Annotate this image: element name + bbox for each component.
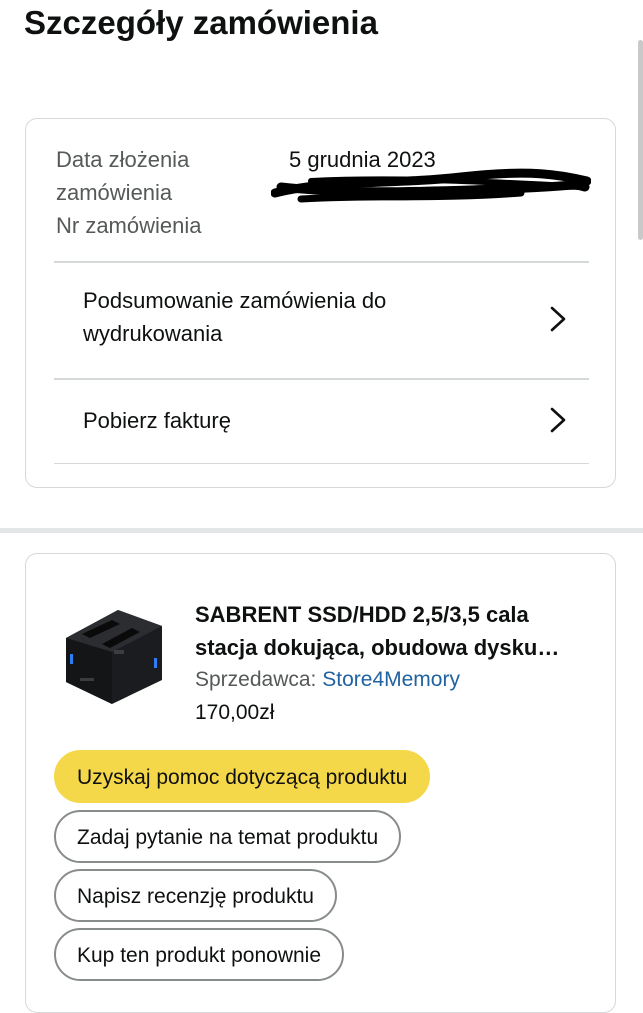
order-date-label: Data złożenia zamówienia	[56, 147, 190, 205]
get-product-help-button[interactable]: Uzyskaj pomoc dotyczącą produktu	[54, 750, 431, 803]
product-title[interactable]: SABRENT SSD/HDD 2,5/3,5 cala stacja doku…	[195, 598, 595, 664]
product-card: SABRENT SSD/HDD 2,5/3,5 cala stacja doku…	[25, 553, 616, 1013]
download-invoice-label: Pobierz fakturę	[83, 408, 231, 433]
section-separator	[0, 528, 643, 533]
order-details-card: Data złożenia zamówienia Nr zamówienia 5…	[25, 118, 616, 488]
seller-link[interactable]: Store4Memory	[322, 668, 460, 691]
product-price: 170,00zł	[195, 701, 275, 724]
buy-again-button[interactable]: Kup ten produkt ponownie	[54, 928, 345, 981]
seller-line: Sprzedawca: Store4Memory	[195, 664, 460, 696]
print-summary-label: Podsumowanie zamówienia do wydrukowania	[83, 288, 387, 346]
ask-question-button[interactable]: Zadaj pytanie na temat produktu	[54, 810, 402, 863]
download-invoice-link[interactable]: Pobierz fakturę	[54, 380, 589, 464]
seller-label: Sprzedawca:	[195, 668, 317, 691]
chevron-right-icon	[550, 407, 566, 433]
docking-station-image[interactable]	[58, 596, 168, 708]
order-number-label: Nr zamówienia	[56, 213, 202, 238]
divider	[54, 463, 589, 464]
write-review-button[interactable]: Napisz recenzję produktu	[54, 869, 337, 922]
page-title: Szczegóły zamówienia	[24, 4, 378, 41]
chevron-right-icon	[550, 306, 566, 332]
print-summary-link[interactable]: Podsumowanie zamówienia do wydrukowania	[54, 263, 589, 378]
redacted-order-number	[271, 168, 591, 203]
scrollbar[interactable]	[638, 40, 643, 240]
